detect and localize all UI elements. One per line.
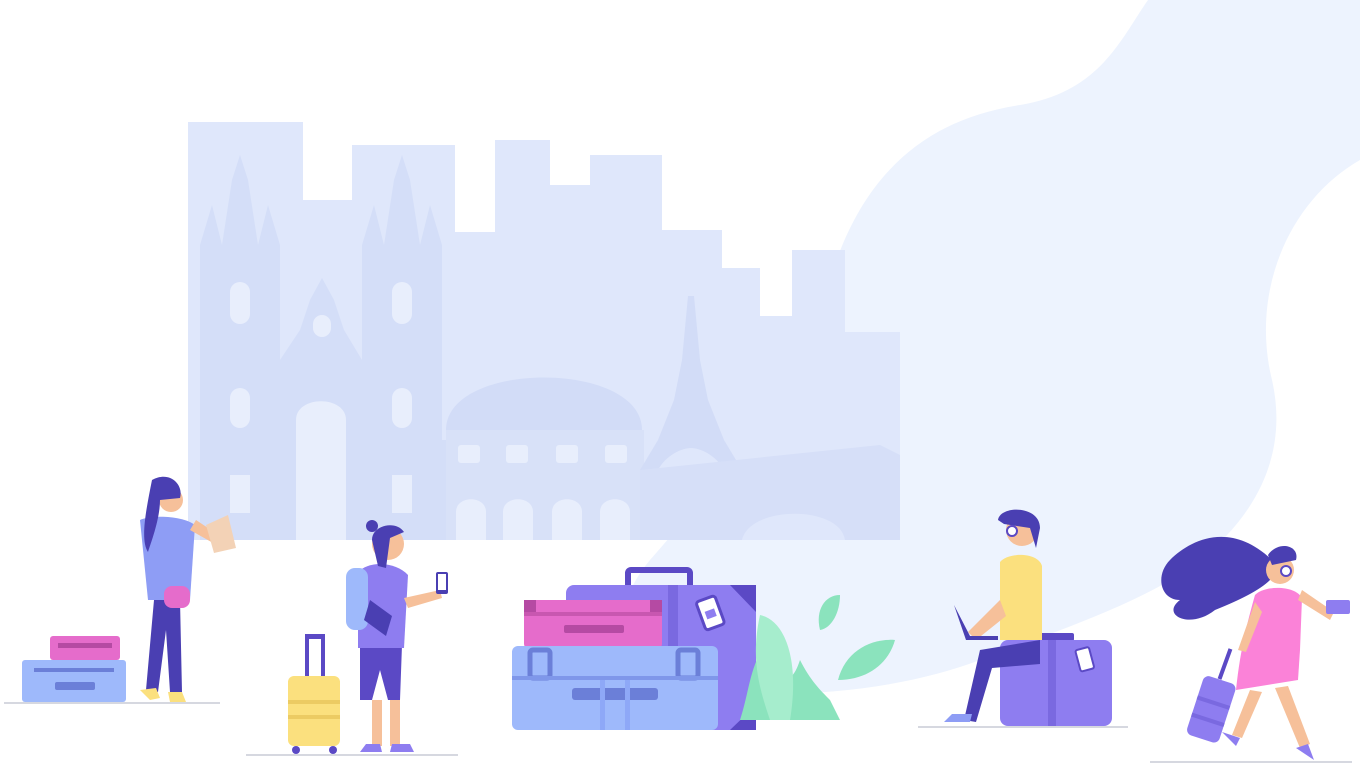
travel-illustration: [0, 0, 1360, 769]
stacked-suitcases-left: [22, 636, 126, 702]
suitcase-stack-center: [512, 567, 756, 730]
domed-building: [446, 377, 644, 540]
woman-running: [1161, 536, 1350, 760]
yellow-trolley-suitcase: [288, 634, 340, 754]
man-with-phone: [346, 520, 448, 752]
